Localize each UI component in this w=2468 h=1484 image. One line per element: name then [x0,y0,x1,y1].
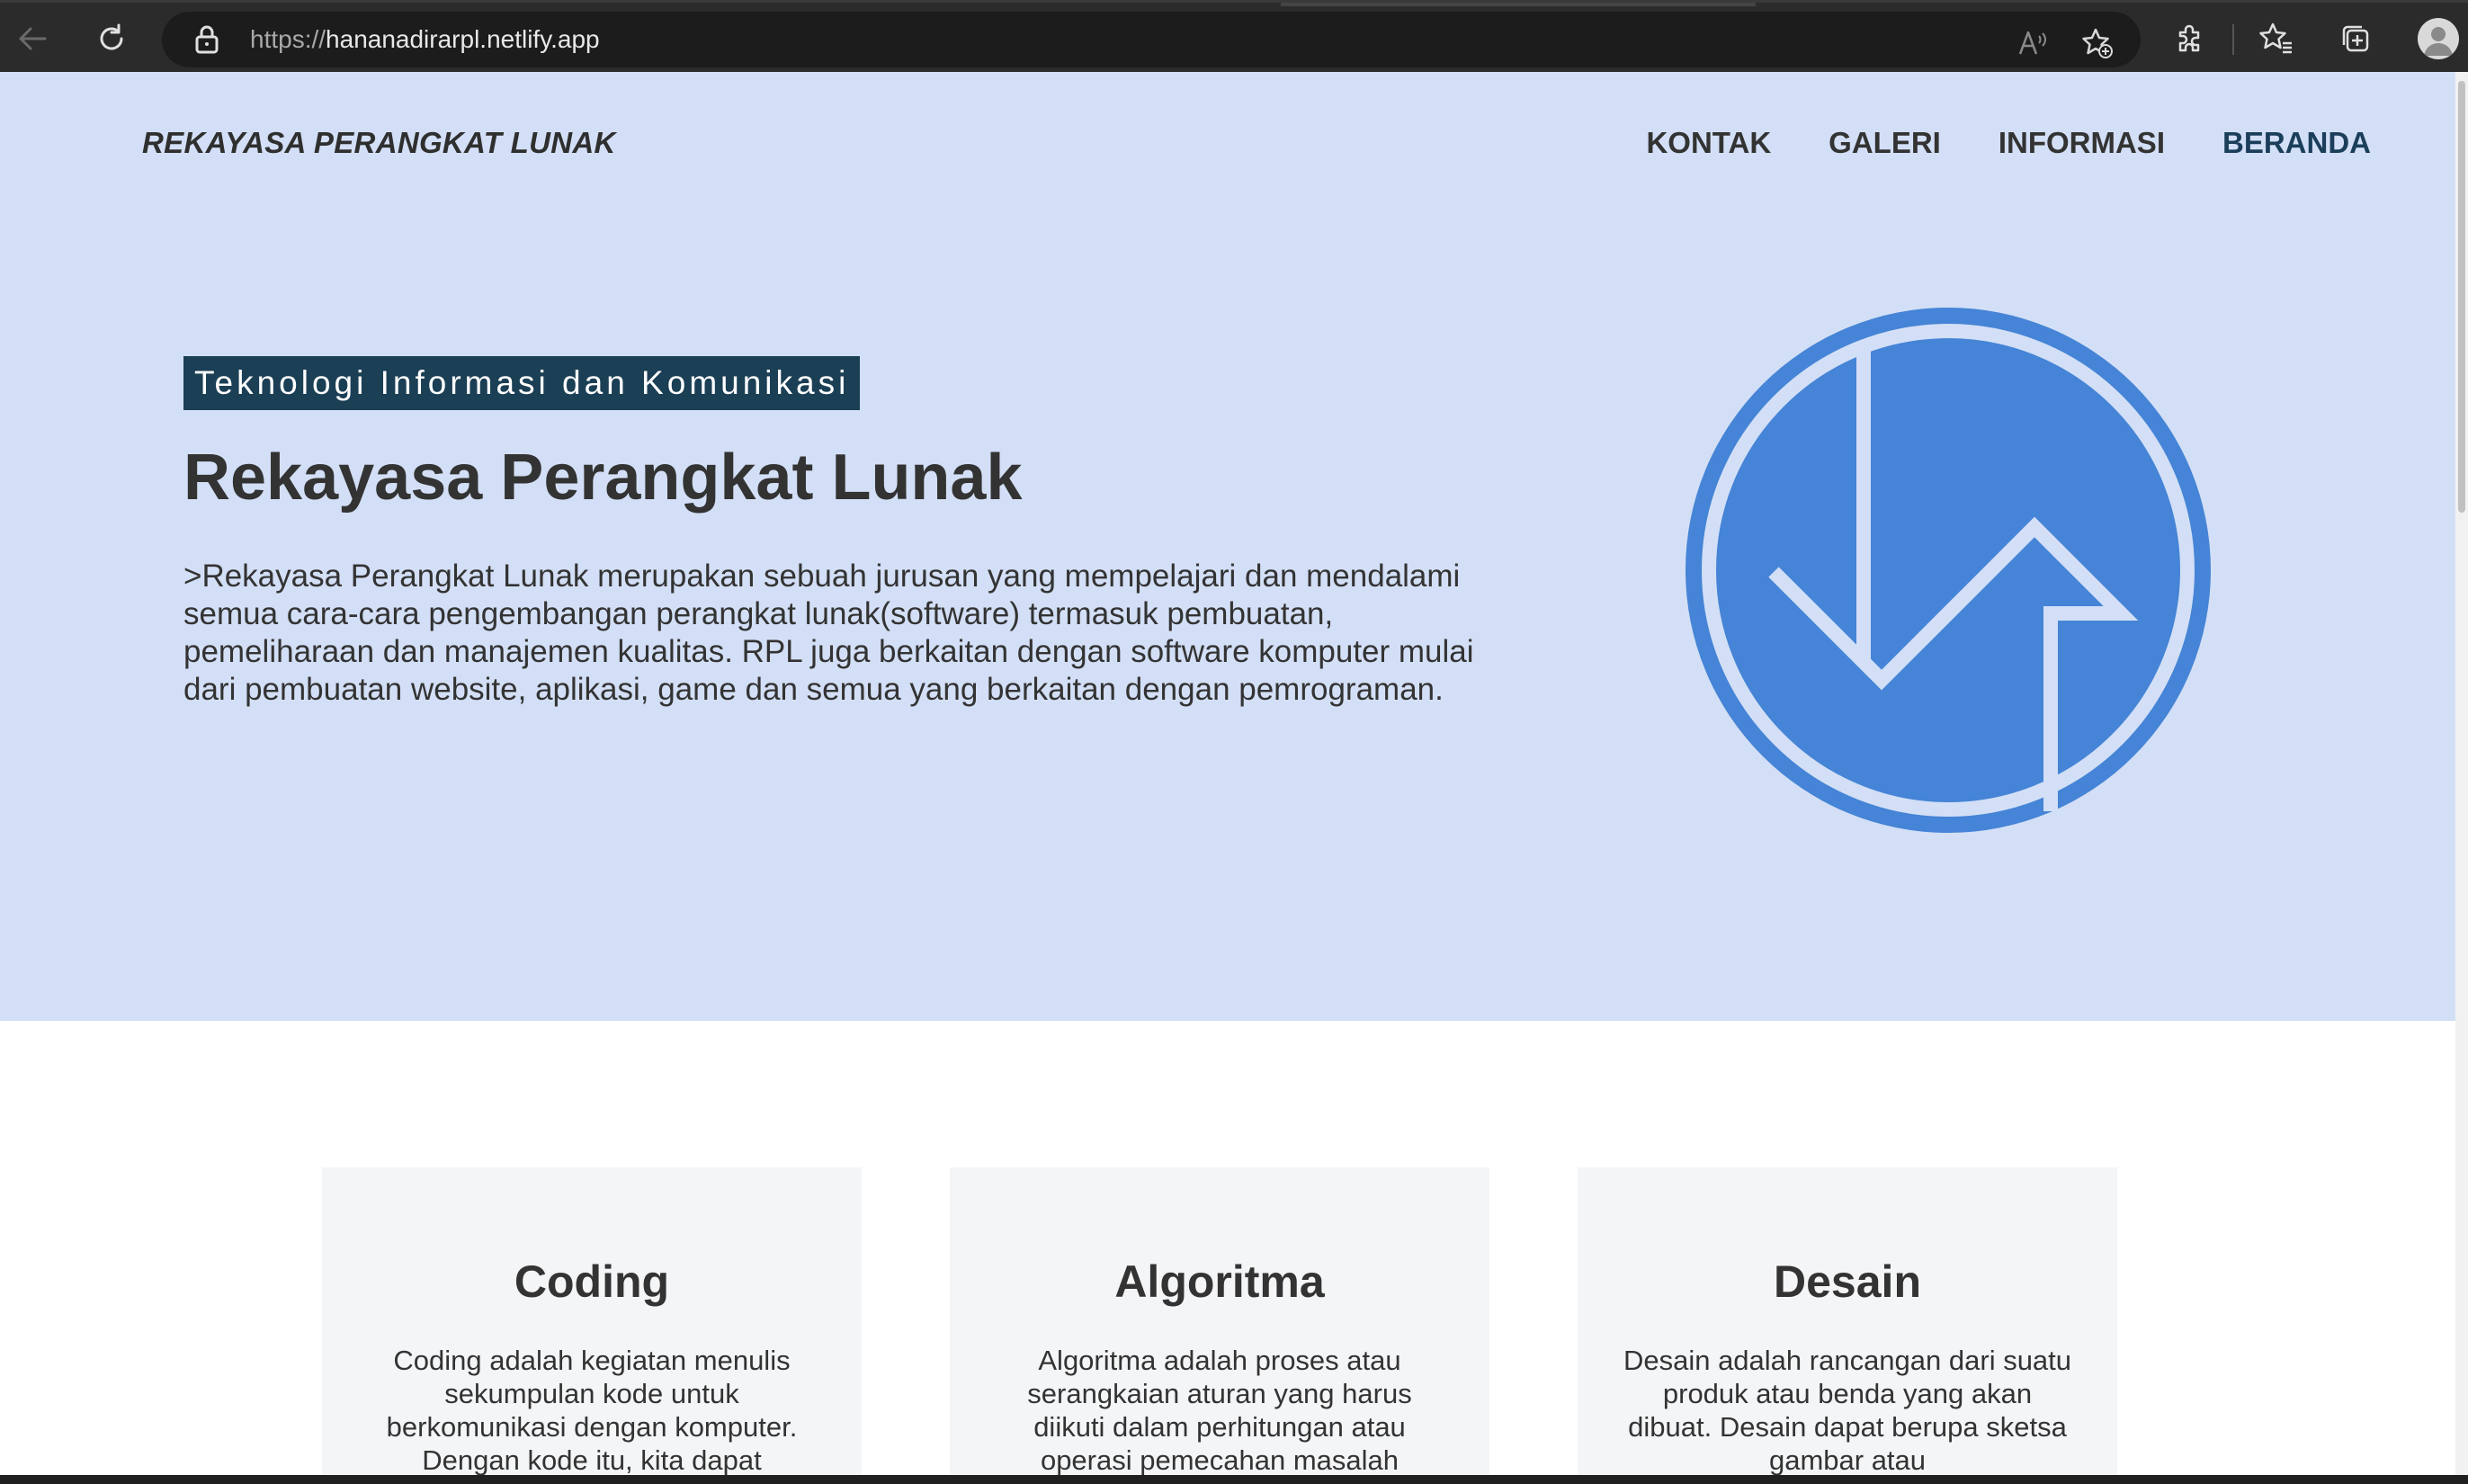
collections-icon [2342,25,2369,52]
back-arrow-icon [19,27,47,50]
hero-section: REKAYASA PERANGKAT LUNAK KONTAK GALERI I… [0,72,2455,1021]
address-bar[interactable]: https://hananadirarpl.netlify.app [162,12,2141,67]
profile-icon [2424,27,2453,56]
extensions-button[interactable] [2171,20,2209,58]
card-title: Coding [514,1256,670,1307]
profile-avatar[interactable] [2418,18,2459,59]
read-aloud-icon [2018,31,2046,55]
url-protocol: https:// [250,25,326,53]
site-brand[interactable]: REKAYASA PERANGKAT LUNAK [142,126,616,160]
back-button[interactable] [9,15,56,62]
favorites-icon [2259,22,2292,54]
nav-link-informasi[interactable]: INFORMASI [1999,126,2165,160]
card-text: Coding adalah kegiatan menulis sekumpula… [386,1345,798,1476]
card-algoritma: Algoritma Algoritma adalah proses atau s… [950,1167,1489,1484]
main-nav: KONTAK GALERI INFORMASI BERANDA [1646,126,2371,160]
scrollbar-thumb[interactable] [2458,81,2465,513]
card-coding: Coding Coding adalah kegiatan menulis se… [322,1167,862,1484]
refresh-icon [100,23,123,50]
card-text: Desain adalah rancangan dari suatu produ… [1623,1345,2072,1476]
nav-link-galeri[interactable]: GALERI [1829,126,1941,160]
extensions-icon [2178,24,2200,52]
card-title: Desain [1774,1256,1921,1307]
tab-indicator [1281,3,1756,6]
url-host: hananadirarpl.netlify.app [326,25,600,53]
card-title: Algoritma [1114,1256,1325,1307]
read-aloud-button[interactable] [2016,27,2049,59]
collections-button[interactable] [2337,20,2374,58]
card-text: Algoritma adalah proses atau serangkaian… [1027,1345,1412,1476]
hero-description: >Rekayasa Perangkat Lunak merupakan sebu… [183,559,1474,707]
rpl-logo [1686,308,2211,833]
page-scrollbar[interactable] [2455,72,2468,1475]
browser-toolbar: https://hananadirarpl.netlify.app [0,0,2468,72]
lock-icon[interactable] [192,24,221,55]
refresh-button[interactable] [88,15,135,62]
favorites-button[interactable] [2258,20,2295,58]
add-favorite-button[interactable] [2081,27,2114,59]
add-favorite-icon [2082,28,2113,58]
window-bottom-edge [0,1475,2468,1484]
nav-link-kontak[interactable]: KONTAK [1646,126,1771,160]
url-text[interactable]: https://hananadirarpl.netlify.app [250,12,600,67]
hero-tag: Teknologi Informasi dan Komunikasi [183,356,861,410]
card-desain: Desain Desain adalah rancangan dari suat… [1578,1167,2117,1484]
nav-link-beranda[interactable]: BERANDA [2222,126,2371,160]
toolbar-divider [2232,24,2234,55]
hero-title: Rekayasa Perangkat Lunak [183,442,1023,514]
